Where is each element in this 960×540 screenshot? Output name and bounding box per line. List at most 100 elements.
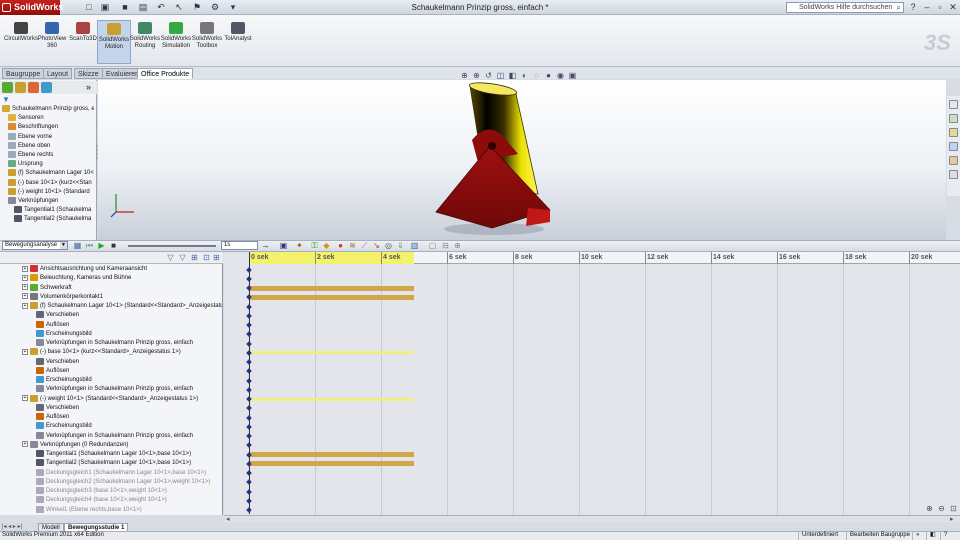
tab-baugruppe[interactable]: Baugruppe [2, 68, 45, 79]
command-routing-button[interactable]: SolidWorks Routing [128, 20, 162, 64]
tab-skizze[interactable]: Skizze [74, 68, 103, 79]
command-photoview-button[interactable]: PhotoView 360 [35, 20, 69, 64]
configuration-tab-icon[interactable] [28, 82, 39, 93]
motion-tree-item[interactable]: Erscheinungsbild [36, 376, 222, 385]
display-style-icon[interactable]: ◐ [520, 71, 529, 80]
motion-tree-item[interactable]: Auflösen [36, 320, 222, 330]
motion-tree-item[interactable]: Deckungsgleich4 (base 10<1>,weight 10<1>… [36, 496, 222, 505]
edit-appearance-icon[interactable]: ● [544, 71, 553, 80]
contact-icon[interactable]: ◎ [384, 241, 393, 250]
motion-tree-item[interactable]: Deckungsgleich2 (Schaukelmann Lager 10<1… [36, 477, 222, 487]
expand-toggle-icon[interactable]: + [22, 395, 28, 401]
scroll-right-icon[interactable]: ▸ [950, 515, 954, 523]
tree-item[interactable]: (-) base 10<1> (kurz<<Stan [2, 178, 94, 188]
play-from-start-icon[interactable]: ⏮ [85, 241, 94, 250]
force-icon[interactable]: ↘ [372, 241, 381, 250]
motion-tree-item[interactable]: Verknüpfungen in Schaukelmann Prinzip gr… [36, 339, 222, 348]
zoom-fit-icon[interactable]: ⊡ [949, 504, 958, 513]
timeline-bar[interactable] [250, 285, 414, 291]
print-icon[interactable]: ▤ [138, 2, 148, 12]
command-circuitworks-button[interactable]: CircuitWorks [4, 20, 38, 64]
tree-item[interactable]: Tangential2 (Schaukelma [2, 215, 94, 224]
motion-tree-item[interactable]: Erscheinungsbild [36, 422, 222, 431]
help-search-input[interactable]: SolidWorks Hilfe durchsuchen ⌕ [786, 2, 904, 13]
status-units-icon[interactable]: ◧ [926, 531, 939, 540]
view-palette-icon[interactable] [949, 142, 958, 151]
scroll-left-icon[interactable]: ◂ [226, 515, 230, 523]
tree-item[interactable]: Beschriftungen [2, 123, 94, 132]
new-document-icon[interactable]: □ [84, 2, 94, 12]
view-settings-icon[interactable]: ▣ [568, 71, 577, 80]
property-manager-tab-icon[interactable] [15, 82, 26, 93]
save-icon[interactable]: ■ [120, 2, 130, 12]
timeline-bar[interactable] [250, 397, 414, 401]
motion-tree-item[interactable]: Verschieben [36, 403, 222, 413]
status-rebuild-icon[interactable]: ● [912, 531, 923, 540]
timeline-scrollbar[interactable] [224, 515, 960, 523]
stop-icon[interactable]: ■ [109, 241, 118, 250]
timeline-bar[interactable] [250, 294, 414, 300]
expand-toggle-icon[interactable]: + [22, 441, 28, 448]
previous-view-icon[interactable]: ↺ [484, 71, 493, 80]
motor-icon[interactable]: ● [336, 241, 345, 250]
motion-tree-item[interactable]: + Ansichtsausrichtung und Kameraansicht [22, 265, 222, 274]
select-icon[interactable]: ↖ [174, 2, 184, 12]
motion-tree-item[interactable]: Winkel1 (Ebene rechts,base 10<1>) [36, 505, 222, 515]
gravity-icon[interactable]: ⇓ [396, 241, 405, 250]
restore-icon[interactable]: ▫ [934, 1, 946, 13]
damper-icon[interactable]: ⟋ [360, 241, 369, 250]
command-simulation-button[interactable]: SolidWorks Simulation [159, 20, 193, 64]
analysis-type-select[interactable]: Bewegungsanalyse ▼ [2, 241, 68, 250]
save-animation-icon[interactable]: ▣ [279, 241, 288, 250]
tree-item[interactable]: Schaukelmann Prinzip gross, einfa [2, 105, 94, 114]
time-bar[interactable] [249, 252, 250, 514]
tree-item[interactable]: Verknüpfungen [2, 197, 94, 206]
filter-animated-icon[interactable]: ▽ [166, 253, 175, 262]
tree-item[interactable]: Ebene rechts [2, 151, 94, 160]
tree-item[interactable]: Ursprung [2, 160, 94, 169]
help-icon[interactable]: ? [907, 1, 919, 13]
zoom-to-fit-icon[interactable]: ⊕ [460, 71, 469, 80]
tab-layout[interactable]: Layout [43, 68, 73, 79]
command-toolbox-button[interactable]: SolidWorks Toolbox [190, 20, 224, 64]
filter-results-icon[interactable]: ⊡ [202, 253, 211, 262]
expand-toggle-icon[interactable]: + [22, 284, 28, 290]
tab-office-produkte[interactable]: Office Produkte [137, 68, 194, 79]
close-icon[interactable]: ✕ [947, 1, 959, 13]
status-help-icon[interactable]: ? [940, 531, 950, 540]
options-icon[interactable]: ⚙ [210, 2, 220, 12]
motion-tree-item[interactable]: + (-) base 10<1> (kurz<<Standard>_Anzeige… [22, 348, 222, 357]
play-icon[interactable]: ▶ [97, 241, 106, 250]
playback-speed-slider[interactable] [128, 245, 216, 247]
zoom-area-icon[interactable]: ⊕ [472, 71, 481, 80]
motion-tree-item[interactable]: Deckungsgleich3 (base 10<1>,weight 10<1>… [36, 487, 222, 496]
calculate-icon[interactable]: ▦ [73, 241, 82, 250]
view-orientation-icon[interactable]: ◧ [508, 71, 517, 80]
command-tolanalyst-button[interactable]: TolAnalyst [221, 20, 255, 64]
tree-item[interactable]: (f) Schaukelmann Lager 10< [2, 169, 94, 178]
add-key-icon[interactable]: ◆ [322, 241, 331, 250]
timeline-bar[interactable] [250, 351, 414, 355]
solidworks-logo[interactable]: SolidWorks [0, 0, 63, 15]
playback-mode-icon[interactable]: → [261, 241, 270, 250]
motion-tree-item[interactable]: + Volumenkörperkontakt1 [22, 292, 222, 302]
motion-tree-item[interactable]: Deckungsgleich1 (Schaukelmann Lager 10<1… [36, 468, 222, 478]
tree-item[interactable]: (-) weight 10<1> (Standard [2, 187, 94, 197]
expand-toggle-icon[interactable]: + [22, 302, 28, 309]
motion-tree-item[interactable]: + (f) Schaukelmann Lager 10<1> (Standard<… [22, 302, 222, 311]
motion-tree-item[interactable]: Tangential2 (Schaukelmann Lager 10<1>,ba… [36, 459, 222, 468]
file-explorer-icon[interactable] [949, 128, 958, 137]
command-scanto3d-button[interactable]: ScanTo3D [66, 20, 100, 64]
graphics-area[interactable] [98, 80, 946, 240]
expand-toggle-icon[interactable]: + [22, 348, 28, 355]
tree-item[interactable]: Ebene vorne [2, 132, 94, 142]
spring-icon[interactable]: ≋ [348, 241, 357, 250]
timeline-bar[interactable] [250, 461, 414, 467]
motion-tree-item[interactable]: + (-) weight 10<1> (Standard<<Standard>_A… [22, 394, 222, 404]
dropdown-icon[interactable]: ▾ [228, 2, 238, 12]
zoom-out-icon[interactable]: ⊖ [937, 504, 946, 513]
command-motion-button[interactable]: SolidWorks Motion [97, 20, 131, 64]
minimize-icon[interactable]: – [921, 1, 933, 13]
motion-tree-item[interactable]: Tangential1 (Schaukelmann Lager 10<1>,ba… [36, 450, 222, 459]
apply-scene-icon[interactable]: ◉ [556, 71, 565, 80]
